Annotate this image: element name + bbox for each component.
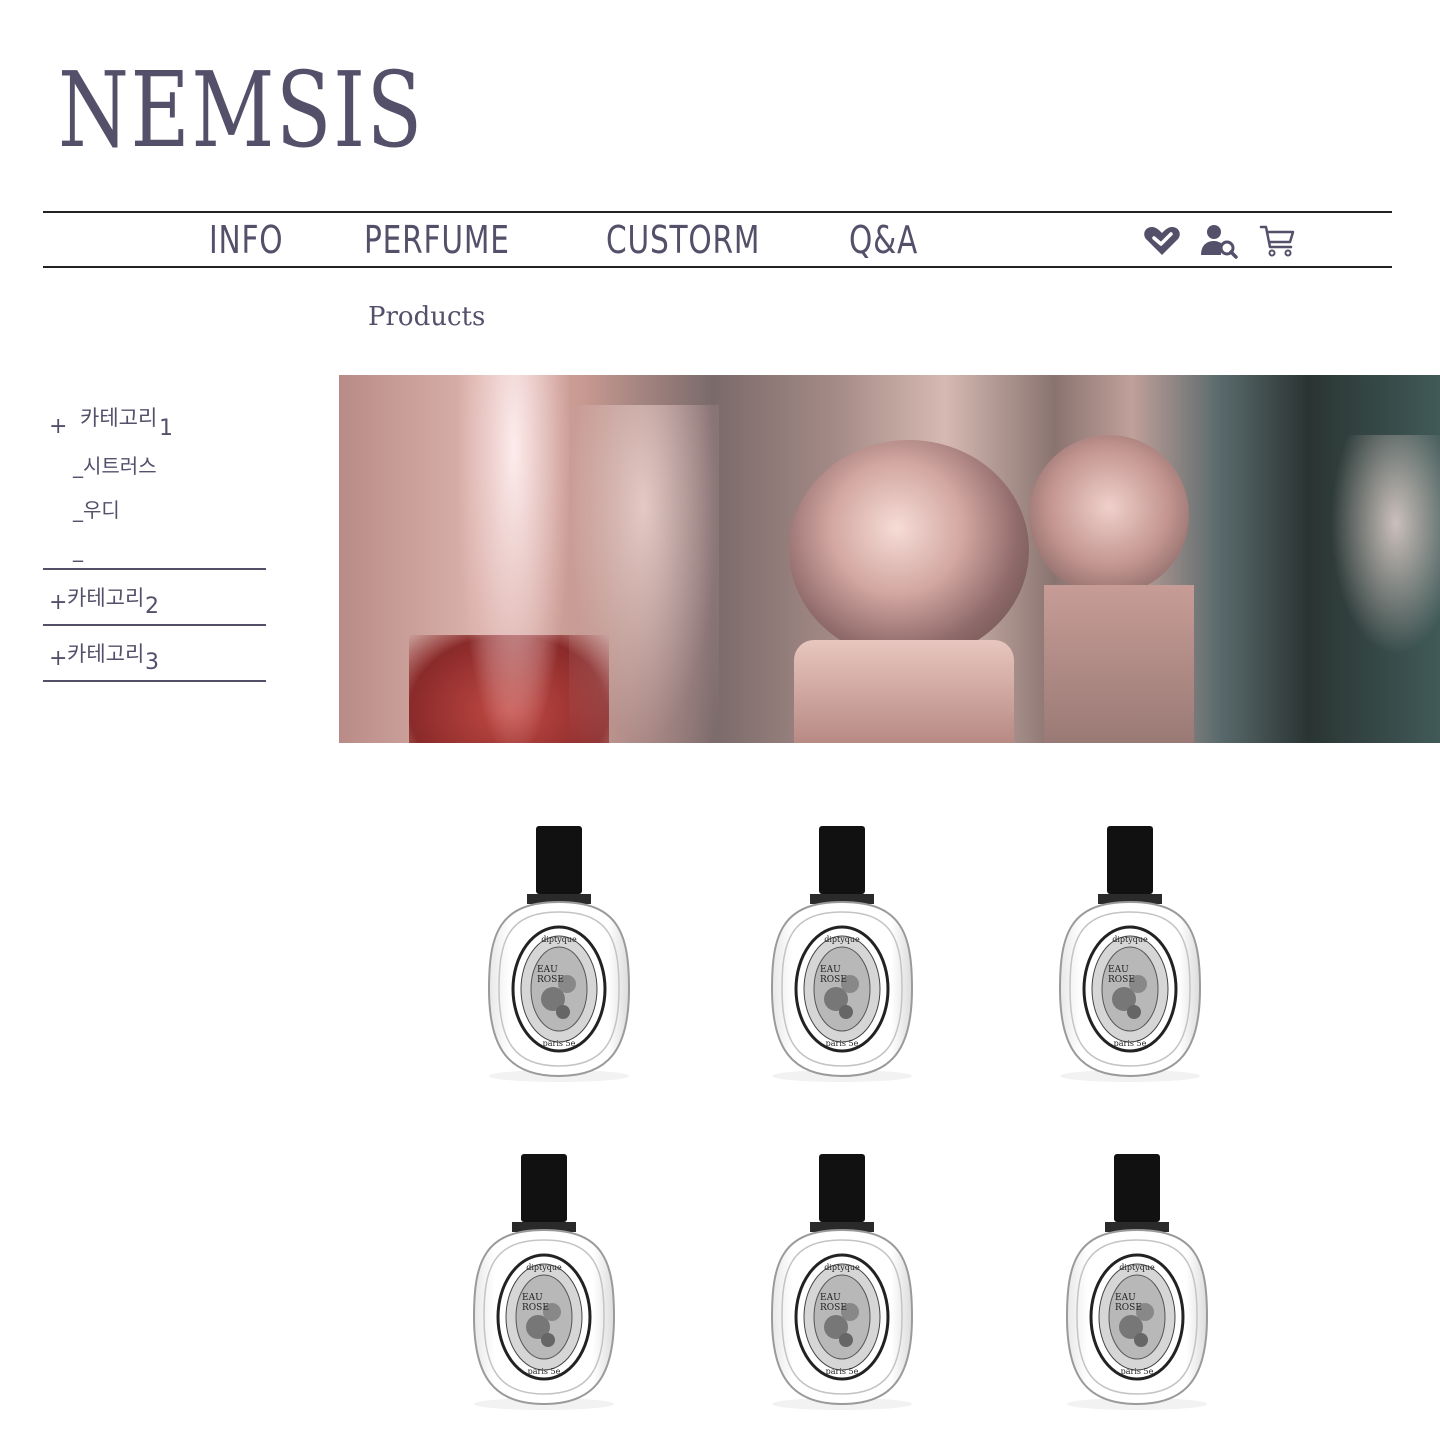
svg-text:EAU: EAU (537, 965, 558, 975)
perfume-bottle-image: EAU ROSE diptyque paris 5e (487, 826, 631, 1082)
perfume-bottle-image: EAU ROSE diptyque paris 5e (770, 1154, 914, 1410)
svg-text:diptyque: diptyque (824, 1263, 860, 1272)
svg-text:ROSE: ROSE (1115, 1303, 1142, 1313)
category-2-number: 2 (145, 594, 159, 619)
svg-text:EAU: EAU (820, 965, 841, 975)
brand-logo[interactable]: NEMSIS (58, 58, 424, 162)
svg-text:paris 5e: paris 5e (1114, 1039, 1147, 1048)
hero-banner-image (339, 375, 1440, 743)
category-sidebar: + 카테고리 1 _시트러스 _우디 _ + 카테고리 2 + 카테고리 3 (43, 394, 266, 682)
nav-info[interactable]: INFO (209, 221, 283, 259)
svg-text:ROSE: ROSE (820, 1303, 847, 1313)
svg-text:diptyque: diptyque (824, 935, 860, 944)
category-1-label: 카테고리 (80, 406, 158, 430)
expand-icon[interactable]: + (49, 414, 67, 439)
svg-text:diptyque: diptyque (1112, 935, 1148, 944)
category-2: + 카테고리 2 (43, 570, 266, 626)
subcategory-citrus[interactable]: _시트러스 (43, 440, 266, 484)
svg-text:EAU: EAU (820, 1293, 841, 1303)
category-2-label: 카테고리 (67, 586, 145, 610)
heart-icon[interactable] (1142, 223, 1182, 259)
category-3-header[interactable]: + 카테고리 3 (43, 626, 266, 680)
main-nav: INFO PERFUME CUSTORM Q&A (43, 211, 1392, 268)
svg-text:diptyque: diptyque (526, 1263, 562, 1272)
svg-text:ROSE: ROSE (820, 975, 847, 985)
svg-text:diptyque: diptyque (541, 935, 577, 944)
category-3-label: 카테고리 (67, 642, 145, 666)
svg-text:ROSE: ROSE (522, 1303, 549, 1313)
svg-text:EAU: EAU (522, 1293, 543, 1303)
subcategory-empty[interactable]: _ (43, 528, 266, 568)
svg-text:ROSE: ROSE (537, 975, 564, 985)
category-3-number: 3 (145, 650, 159, 675)
cart-icon[interactable] (1257, 223, 1297, 259)
user-search-icon[interactable] (1199, 223, 1239, 259)
product-card[interactable]: EAU ROSE diptyque paris 5e (1057, 1152, 1217, 1414)
product-card[interactable]: EAU ROSE diptyque paris 5e (1050, 824, 1210, 1086)
product-card[interactable]: EAU ROSE diptyque paris 5e (479, 824, 639, 1086)
svg-text:paris 5e: paris 5e (1121, 1367, 1154, 1376)
svg-text:paris 5e: paris 5e (528, 1367, 561, 1376)
nav-custorm[interactable]: CUSTORM (606, 221, 760, 259)
expand-icon[interactable]: + (49, 590, 67, 615)
product-card[interactable]: EAU ROSE diptyque paris 5e (762, 824, 922, 1086)
perfume-bottle-image: EAU ROSE diptyque paris 5e (1058, 826, 1202, 1082)
svg-text:EAU: EAU (1115, 1293, 1136, 1303)
svg-text:diptyque: diptyque (1119, 1263, 1155, 1272)
page-title: Products (368, 302, 486, 332)
nav-qa[interactable]: Q&A (849, 221, 918, 259)
perfume-bottle-image: EAU ROSE diptyque paris 5e (1065, 1154, 1209, 1410)
nav-perfume[interactable]: PERFUME (364, 221, 510, 259)
subcategory-woody[interactable]: _우디 (43, 484, 266, 528)
category-3: + 카테고리 3 (43, 626, 266, 682)
category-1: + 카테고리 1 _시트러스 _우디 _ (43, 394, 266, 570)
category-2-header[interactable]: + 카테고리 2 (43, 570, 266, 624)
svg-text:paris 5e: paris 5e (826, 1367, 859, 1376)
expand-icon[interactable]: + (49, 646, 67, 671)
category-1-number: 1 (159, 416, 173, 441)
svg-text:paris 5e: paris 5e (826, 1039, 859, 1048)
svg-text:ROSE: ROSE (1108, 975, 1135, 985)
perfume-bottle-image: EAU ROSE diptyque paris 5e (770, 826, 914, 1082)
product-card[interactable]: EAU ROSE diptyque paris 5e (762, 1152, 922, 1414)
product-card[interactable]: EAU ROSE diptyque paris 5e (464, 1152, 624, 1414)
perfume-bottle-image: EAU ROSE diptyque paris 5e (472, 1154, 616, 1410)
svg-text:paris 5e: paris 5e (543, 1039, 576, 1048)
svg-text:EAU: EAU (1108, 965, 1129, 975)
